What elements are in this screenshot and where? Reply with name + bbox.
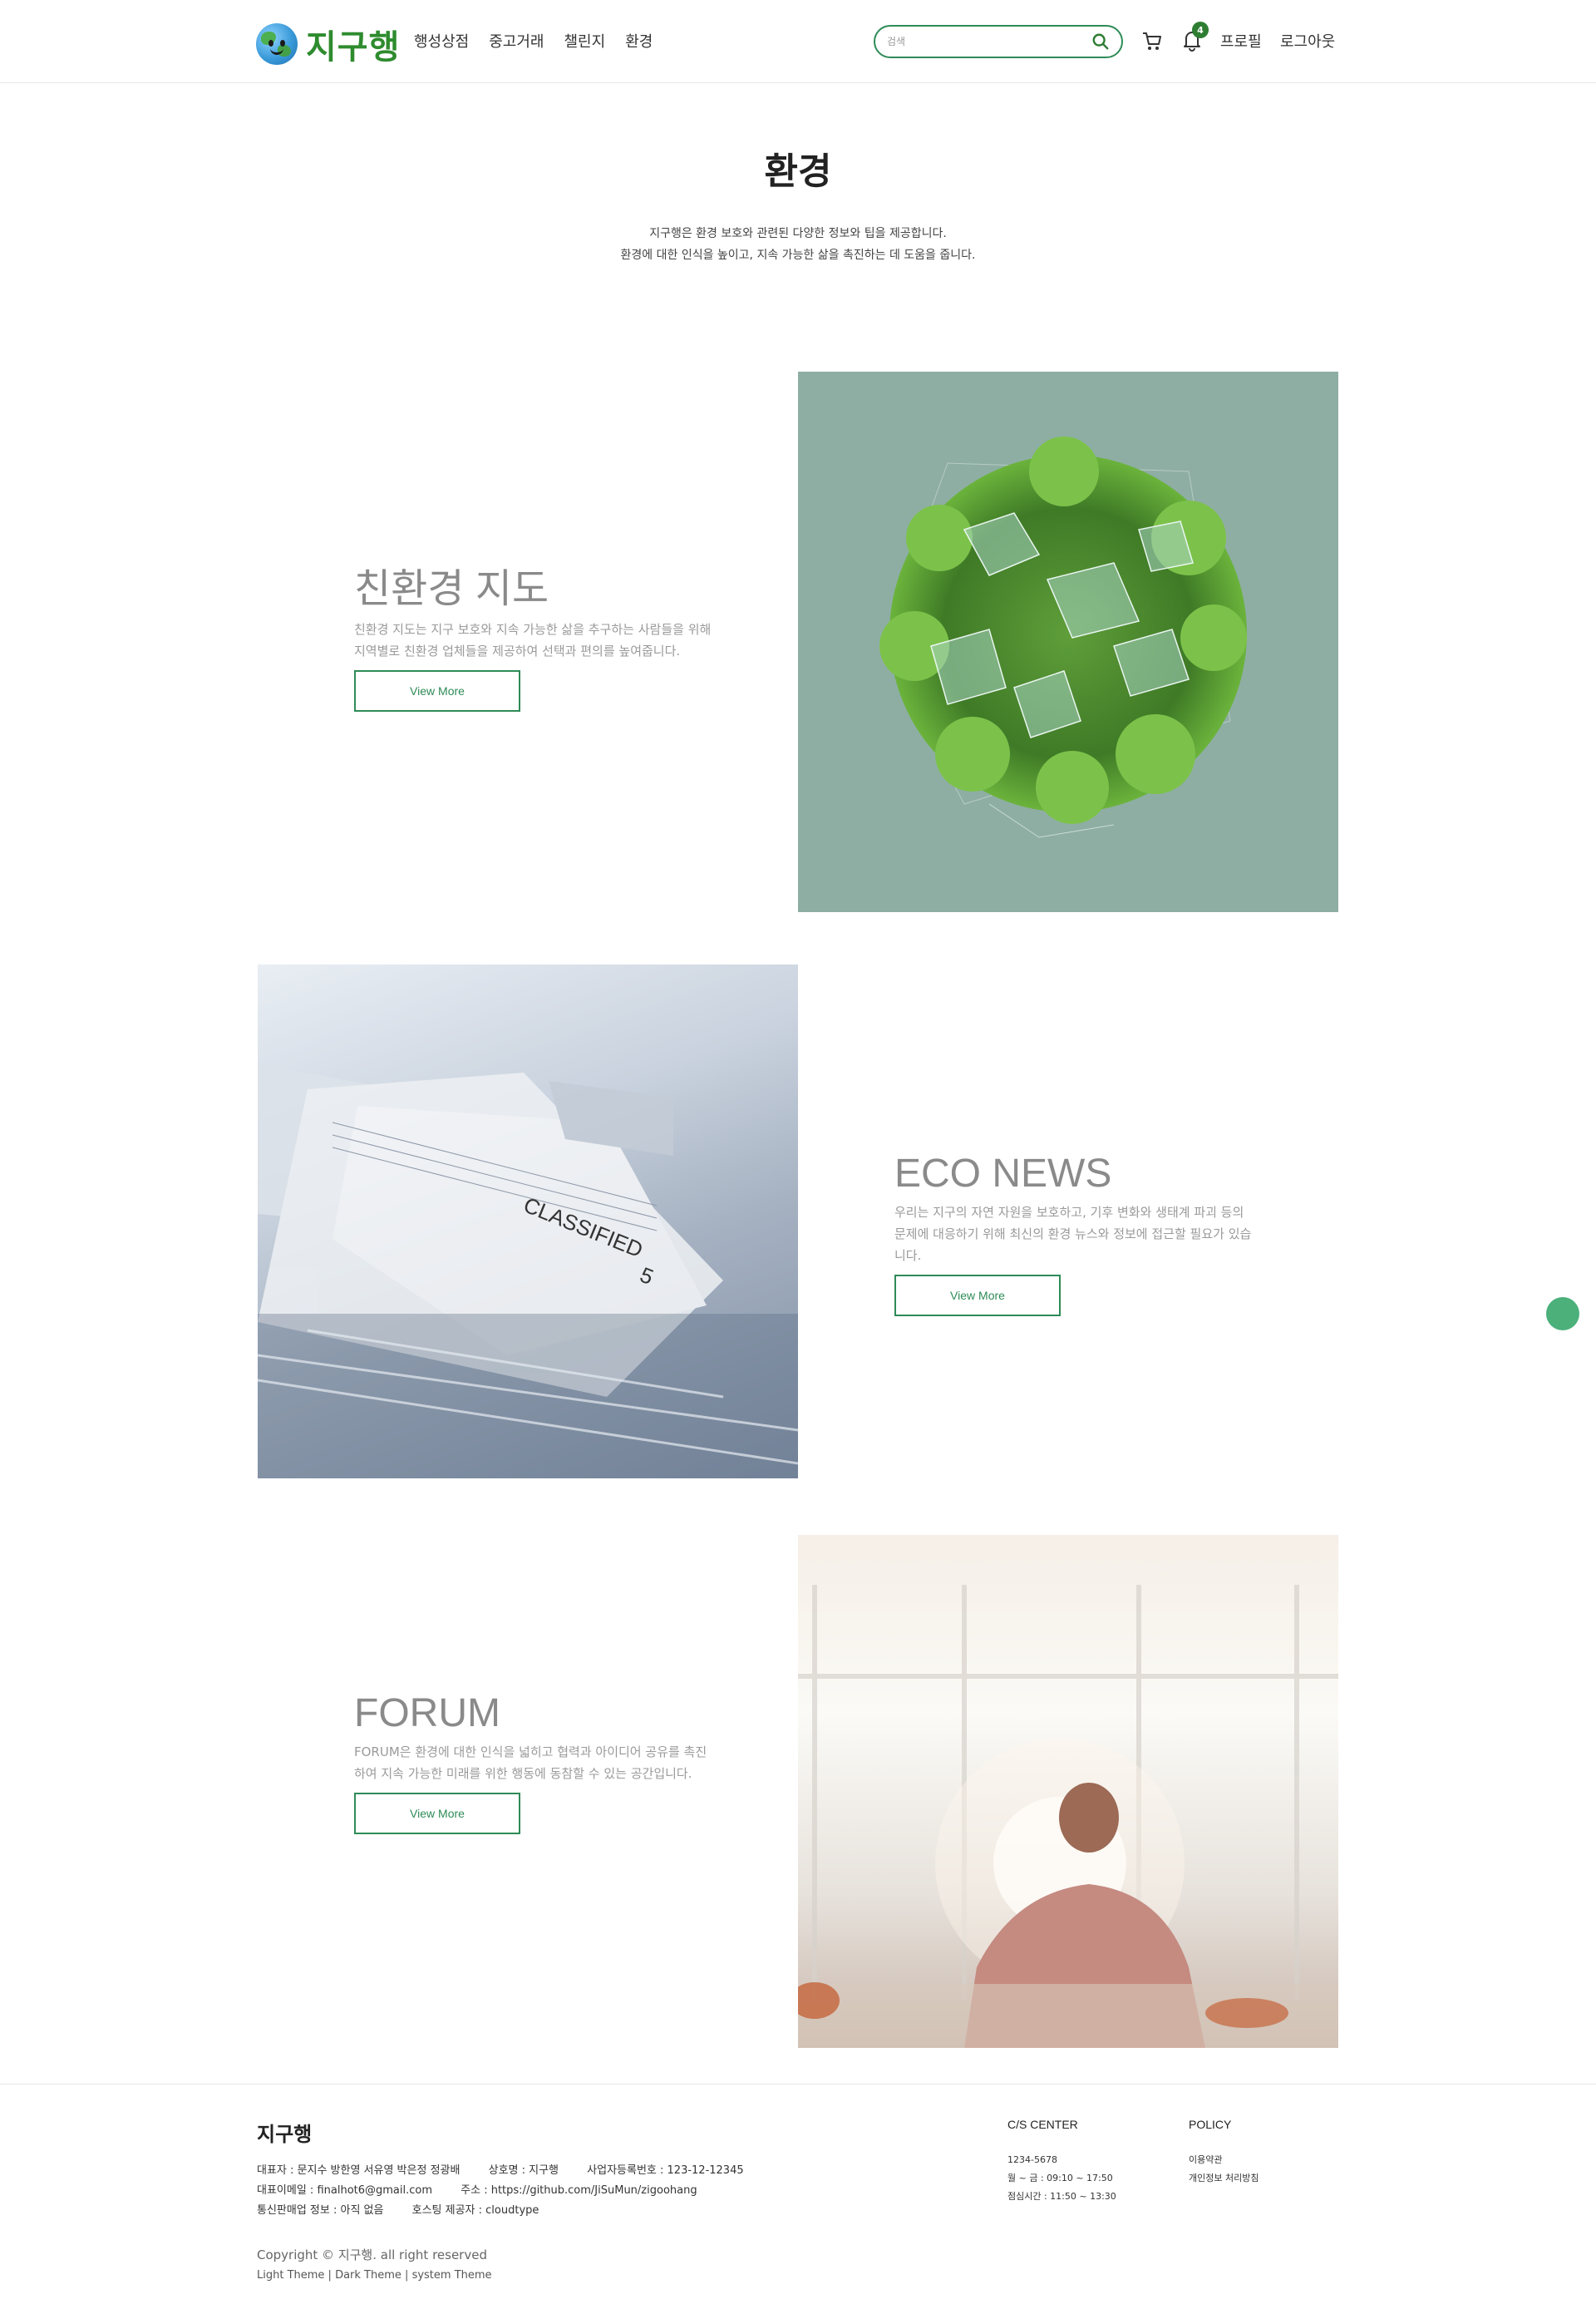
forum-section: FORUM FORUM은 환경에 대한 인식을 넓히고 협력과 아이디어 공유를… [354,1690,712,1834]
logo-text: 지구행 [306,28,401,67]
company-name-info: 상호명 : 지구행 [488,2164,559,2177]
forum-view-more-button[interactable]: View More [354,1793,520,1834]
cs-phone: 1234-5678 [1007,2154,1057,2165]
search-icon[interactable] [1091,32,1110,51]
hosting-info: 호스팅 제공자 : cloudtype [411,2204,539,2217]
main-nav: 행성상점 중고거래 챌린지 환경 [414,30,653,52]
privacy-link[interactable]: 개인정보 처리방침 [1189,2169,1259,2188]
eco-map-image [798,372,1338,912]
eco-map-title: 친환경 지도 [354,567,549,611]
newspapers-illustration: CLASSIFIED 5 [258,1064,798,1478]
cs-center-title: C/S CENTER [1007,2118,1078,2131]
copyright: Copyright © 지구행. all right reserved [257,2247,487,2262]
email-info: 대표이메일 : finalhot6@gmail.com [257,2184,433,2197]
eco-news-description: 우리는 지구의 자연 자원을 보호하고, 기후 변화와 생태계 파괴 등의 문제… [894,1205,1252,1263]
eco-news-section: ECO NEWS 우리는 지구의 자연 자원을 보호하고, 기후 변화와 생태계… [894,1151,1252,1316]
page-title: 환경 [764,150,832,193]
policy: POLICY 이용약관 개인정보 처리방침 [1189,2118,1259,2188]
search-input[interactable] [887,36,1091,47]
forum-image [798,1535,1338,2048]
green-cube-illustration [879,437,1247,838]
cs-hours: 월 ~ 금 : 09:10 ~ 17:50 [1007,2173,1113,2183]
light-theme-link[interactable]: Light Theme [257,2269,324,2282]
eco-news-image: CLASSIFIED 5 [258,965,798,1478]
page-description: 지구행은 환경 보호와 관련된 다양한 정보와 팁을 제공합니다. 환경에 대한… [0,223,1596,266]
cart-icon[interactable] [1141,30,1163,52]
terms-link[interactable]: 이용약관 [1189,2151,1259,2169]
business-number-info: 사업자등록번호 : 123-12-12345 [587,2164,744,2177]
telecom-info: 통신판매업 정보 : 아직 없음 [257,2204,384,2217]
search-box [874,25,1123,58]
site-header: 지구행 행성상점 중고거래 챌린지 환경 4 프로필 로그아웃 [0,0,1596,83]
nav-item-challenge[interactable]: 챌린지 [564,30,606,52]
theme-switcher: Light Theme | Dark Theme | system Theme [257,2269,492,2282]
nav-item-environment[interactable]: 환경 [625,30,653,52]
forum-description: FORUM은 환경에 대한 인식을 넓히고 협력과 아이디어 공유를 촉진하여 … [354,1744,707,1781]
scroll-top-button[interactable] [1546,1297,1579,1330]
company-info: 대표자 : 문지수 방한영 서유영 박은정 정광배 상호명 : 지구행 사업자등… [257,2161,769,2221]
page-description-line-2: 환경에 대한 인식을 높이고, 지속 가능한 삶을 촉진하는 데 도움을 줍니다… [620,249,976,262]
page-description-line-1: 지구행은 환경 보호와 관련된 다양한 정보와 팁을 제공합니다. [649,227,947,240]
cs-center: C/S CENTER 1234-5678 월 ~ 금 : 09:10 ~ 17:… [1007,2118,1116,2206]
dark-theme-link[interactable]: Dark Theme [335,2269,401,2282]
eco-news-view-more-button[interactable]: View More [894,1275,1061,1316]
eco-map-section: 친환경 지도 친환경 지도는 지구 보호와 지속 가능한 삶을 추구하는 사람들… [354,555,712,712]
ceo-info: 대표자 : 문지수 방한영 서유영 박은정 정광배 [257,2164,461,2177]
eco-map-view-more-button[interactable]: View More [354,670,520,712]
profile-link[interactable]: 프로필 [1220,30,1262,52]
address-info: 주소 : https://github.com/JiSuMun/zigoohan… [461,2184,697,2197]
eco-map-description: 친환경 지도는 지구 보호와 지속 가능한 삶을 추구하는 사람들을 위해 지역… [354,622,712,659]
globe-logo-icon [256,23,298,65]
cs-lunch: 점심시간 : 11:50 ~ 13:30 [1007,2191,1116,2202]
forum-title: FORUM [354,1691,500,1735]
footer-logo: 지구행 [257,2123,313,2146]
nav-item-planet-store[interactable]: 행성상점 [414,30,469,52]
nav-item-secondhand[interactable]: 중고거래 [489,30,544,52]
logo[interactable]: 지구행 [256,20,400,68]
policy-title: POLICY [1189,2118,1232,2131]
office-window-illustration [798,1585,1338,2048]
site-footer: 지구행 대표자 : 문지수 방한영 서유영 박은정 정광배 상호명 : 지구행 … [0,2084,1596,2309]
logout-link[interactable]: 로그아웃 [1280,30,1335,52]
eco-news-title: ECO NEWS [894,1152,1112,1196]
system-theme-link[interactable]: system Theme [412,2269,492,2282]
notification-badge: 4 [1192,22,1209,38]
